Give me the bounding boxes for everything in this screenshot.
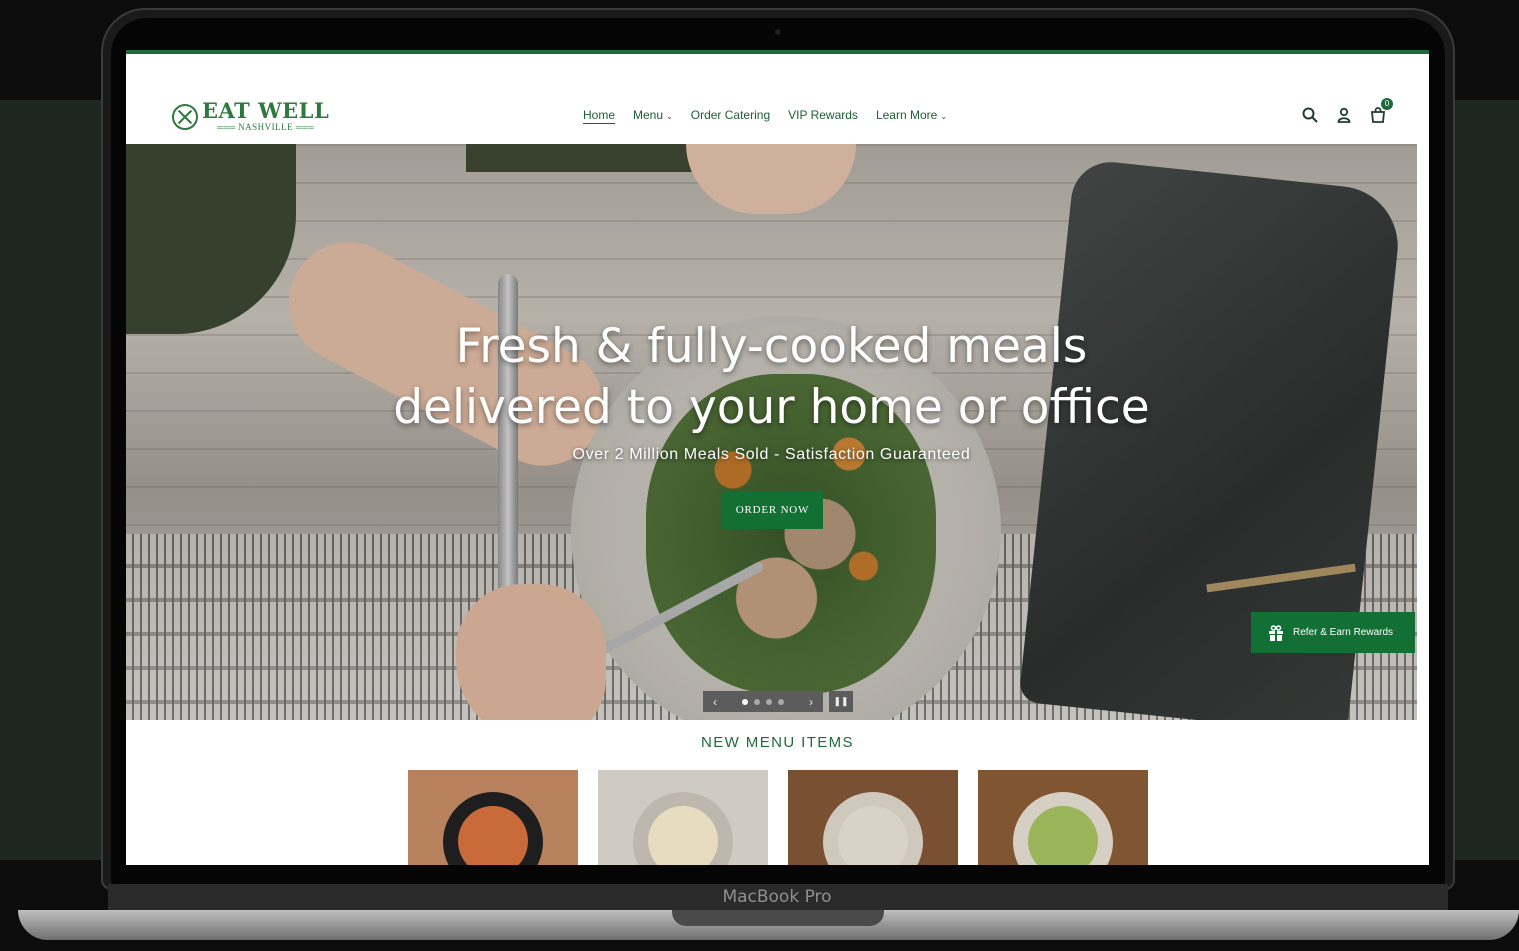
fork-knife-logo-icon [172,103,198,130]
nav-learn-more[interactable]: Learn More ⌄ [876,108,947,122]
nav-menu-label: Menu [633,108,664,122]
slide-dot-3[interactable] [766,698,772,705]
menu-item-card-2[interactable] [598,770,768,865]
logo-main-text: EAT WELL [202,98,330,123]
logo-text: EAT WELL NASHVILLE [202,100,329,133]
slide-dot-4[interactable] [778,698,784,705]
menu-item-cards [408,770,1148,865]
nav-vip-rewards[interactable]: VIP Rewards [788,108,858,122]
nav-home[interactable]: Home [583,108,615,122]
nav-learn-more-label: Learn More [875,108,938,122]
next-slide-icon[interactable]: › [809,695,813,709]
nav-order-catering[interactable]: Order Catering [691,108,770,122]
chevron-down-icon: ⌄ [666,112,673,121]
hero-subtitle: Over 2 Million Meals Sold - Satisfaction… [572,446,971,463]
header-icons: 0 [1301,98,1393,124]
refer-earn-label: Refer & Earn Rewards [1293,627,1394,638]
main-nav: Home Menu ⌄ Order Catering VIP Rewards Le… [583,108,947,122]
hero-banner: Fresh & fully-cooked meals delivered to … [126,144,1417,720]
hero-title-line1: Fresh & fully-cooked meals [455,319,1088,374]
laptop-brand-label: MacBook Pro [722,887,832,907]
logo-sub-text: NASHVILLE [217,122,314,133]
menu-item-card-1[interactable] [408,770,578,865]
gift-icon [1267,624,1285,642]
cart-count-badge: 0 [1381,98,1393,110]
laptop-notch [672,910,884,926]
slide-dot-1[interactable] [742,698,748,705]
slide-dot-2[interactable] [754,698,760,705]
nav-menu[interactable]: Menu ⌄ [633,108,673,122]
new-menu-items-title: NEW MENU ITEMS [701,734,854,751]
chevron-down-icon: ⌄ [940,112,948,121]
refer-earn-button[interactable]: Refer & Earn Rewards [1251,612,1415,653]
slide-dots [742,698,784,705]
slideshow-controls: ‹ › [703,691,823,712]
site-logo[interactable]: EAT WELL NASHVILLE [172,100,329,133]
prev-slide-icon[interactable]: ‹ [713,695,717,709]
hero-title-line2: delivered to your home or office [393,380,1150,435]
top-accent-line [126,50,1429,54]
pause-icon[interactable]: ❚❚ [829,691,853,712]
laptop-screen: EAT WELL NASHVILLE Home Menu⌄ Order Cate… [126,50,1429,865]
camera-icon [775,29,781,35]
cart-icon[interactable]: 0 [1369,98,1393,124]
order-now-button[interactable]: ORDER NOW [722,491,823,529]
menu-item-card-4[interactable] [978,770,1148,865]
hero-title: Fresh & fully-cooked meals delivered to … [126,316,1417,438]
account-icon[interactable] [1335,106,1353,124]
menu-item-card-3[interactable] [788,770,958,865]
search-icon[interactable] [1301,106,1319,124]
